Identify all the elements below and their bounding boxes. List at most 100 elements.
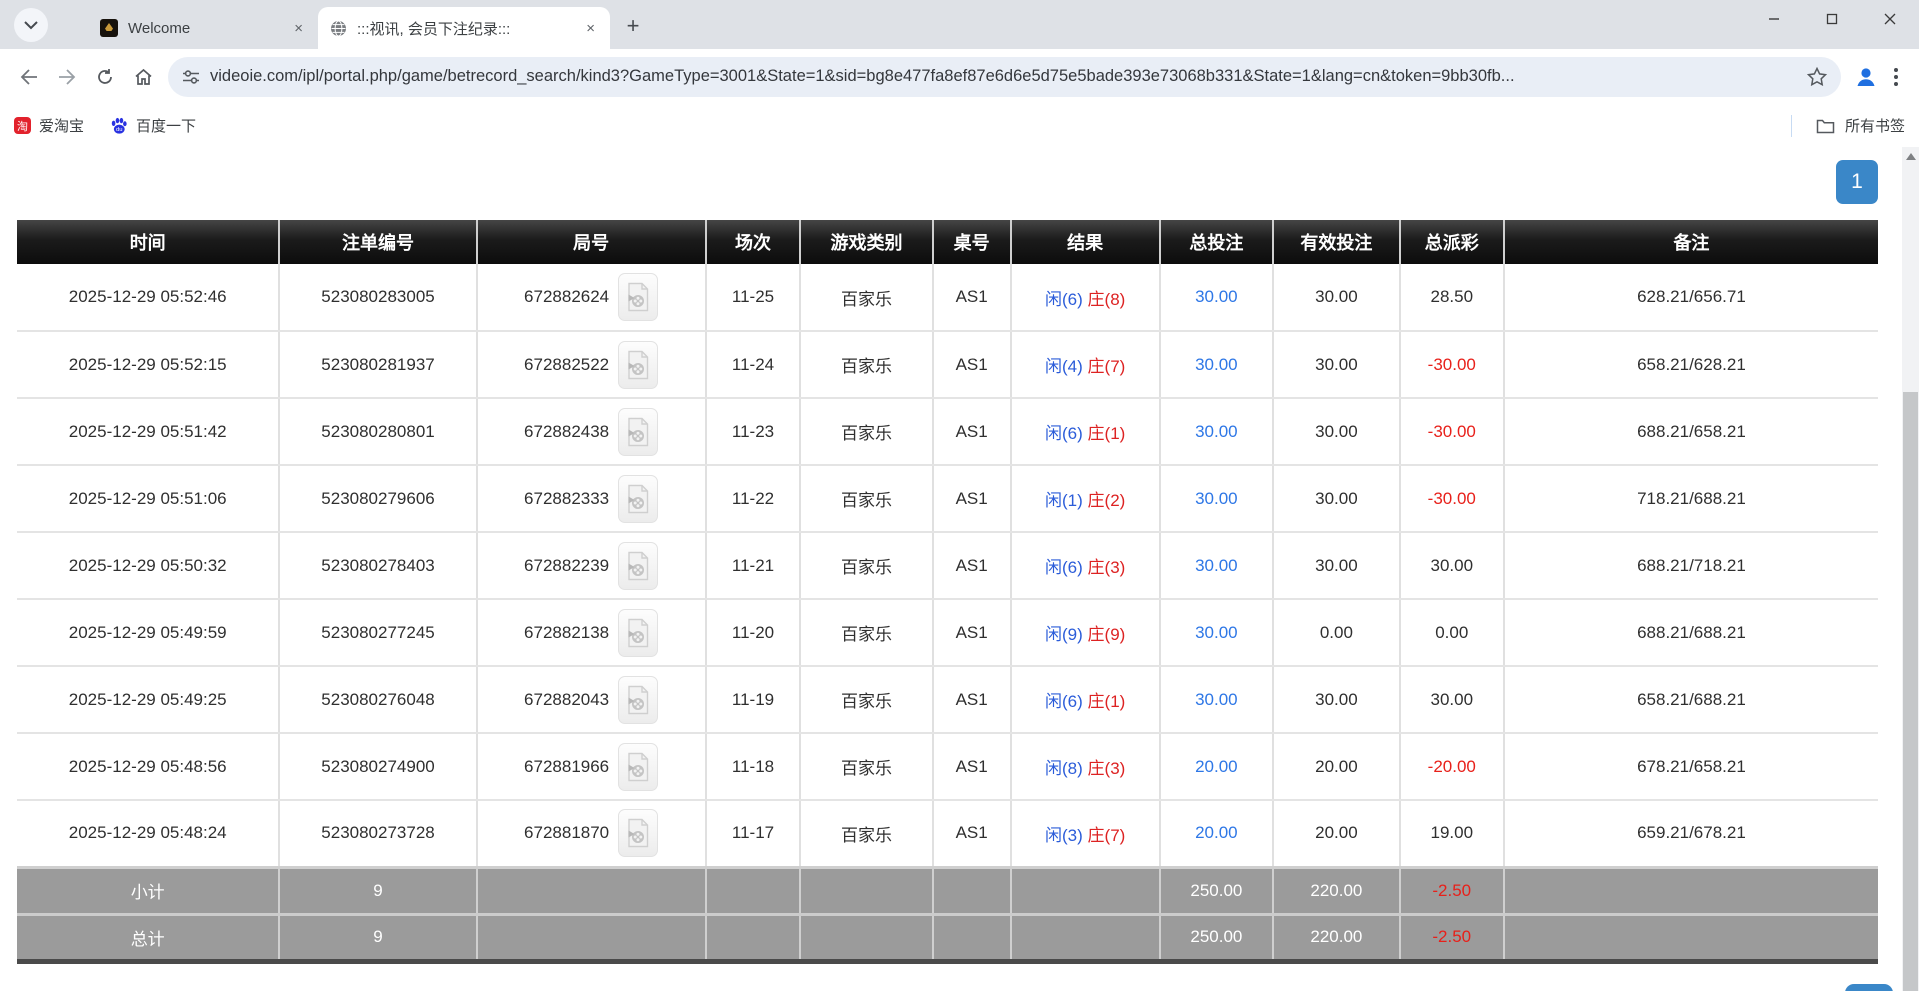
total-bet-link[interactable]: 30.00 xyxy=(1195,489,1238,508)
bookmark-aitaobao[interactable]: 淘 爱淘宝 xyxy=(14,115,84,136)
total-bet-link[interactable]: 30.00 xyxy=(1195,690,1238,709)
bet-records-table: 时间 注单编号 局号 场次 游戏类别 桌号 结果 总投注 有效投注 总派彩 备注… xyxy=(17,220,1878,964)
site-settings-icon xyxy=(182,69,200,85)
scrollbar-thumb[interactable] xyxy=(1903,392,1918,991)
url-bar[interactable]: videoie.com/ipl/portal.php/game/betrecor… xyxy=(168,57,1841,97)
cell-session: 11-19 xyxy=(706,666,801,733)
cell-bet-no: 523080278403 xyxy=(279,532,476,599)
video-replay-button[interactable] xyxy=(618,341,658,389)
cell-remark: 688.21/718.21 xyxy=(1504,532,1878,599)
total-bet-link[interactable]: 20.00 xyxy=(1195,757,1238,776)
scrollbar-up-icon[interactable] xyxy=(1906,153,1916,160)
tab-bet-records[interactable]: :::视讯, 会员下注纪录::: × xyxy=(318,7,610,49)
total-bet-link[interactable]: 30.00 xyxy=(1195,355,1238,374)
tab-close-icon[interactable]: × xyxy=(289,18,308,39)
subtotal-count: 9 xyxy=(279,867,476,914)
home-button[interactable] xyxy=(124,58,162,96)
cell-game-type: 百家乐 xyxy=(800,331,932,398)
video-replay-button[interactable] xyxy=(618,408,658,456)
bookmark-baidu[interactable]: du 百度一下 xyxy=(110,115,196,136)
total-bet-link[interactable]: 30.00 xyxy=(1195,623,1238,642)
all-bookmarks[interactable]: 所有书签 xyxy=(1791,115,1905,137)
forward-icon xyxy=(58,69,76,85)
col-payout: 总派彩 xyxy=(1400,220,1504,264)
cell-remark: 659.21/678.21 xyxy=(1504,800,1878,867)
table-footer: 小计 9 250.00 220.00 -2.50 总计 9 250.00 220… xyxy=(17,867,1878,961)
video-replay-button[interactable] xyxy=(618,273,658,321)
profile-avatar-button[interactable] xyxy=(1849,60,1883,94)
tab-strip: Welcome × :::视讯, 会员下注纪录::: × + xyxy=(0,0,1919,49)
cell-time: 2025-12-29 05:51:42 xyxy=(17,398,279,465)
tab-close-icon[interactable]: × xyxy=(581,18,600,39)
back-button[interactable] xyxy=(10,58,48,96)
cell-game-type: 百家乐 xyxy=(800,465,932,532)
baidu-paw-icon: du xyxy=(110,117,128,135)
pagination-page-1-bottom[interactable]: 1 xyxy=(1845,984,1893,991)
result-player: 闲(6) xyxy=(1045,424,1083,443)
profile-icon xyxy=(1853,64,1879,90)
cell-session: 11-25 xyxy=(706,264,801,331)
cell-total-bet: 30.00 xyxy=(1160,264,1274,331)
cell-round-no: 672882438 xyxy=(477,398,706,465)
tab-search-button[interactable] xyxy=(14,8,48,42)
new-tab-button[interactable]: + xyxy=(618,11,648,41)
all-bookmarks-label: 所有书签 xyxy=(1845,115,1905,136)
cell-time: 2025-12-29 05:52:15 xyxy=(17,331,279,398)
cell-game-type: 百家乐 xyxy=(800,532,932,599)
cell-time: 2025-12-29 05:48:24 xyxy=(17,800,279,867)
subtotal-payout: -2.50 xyxy=(1400,867,1504,914)
cell-remark: 658.21/688.21 xyxy=(1504,666,1878,733)
col-game-type: 游戏类别 xyxy=(800,220,932,264)
cell-result: 闲(6) 庄(1) xyxy=(1011,666,1160,733)
cell-round-no: 672882239 xyxy=(477,532,706,599)
total-bet-link[interactable]: 30.00 xyxy=(1195,287,1238,306)
video-file-icon xyxy=(626,484,650,514)
video-replay-button[interactable] xyxy=(618,743,658,791)
cell-total-bet: 20.00 xyxy=(1160,800,1274,867)
cell-remark: 688.21/688.21 xyxy=(1504,599,1878,666)
cell-bet-no: 523080273728 xyxy=(279,800,476,867)
total-bet-link[interactable]: 20.00 xyxy=(1195,823,1238,842)
cell-valid-bet: 30.00 xyxy=(1273,666,1400,733)
subtotal-total-bet: 250.00 xyxy=(1160,867,1274,914)
col-total-bet: 总投注 xyxy=(1160,220,1274,264)
result-banker: 庄(3) xyxy=(1088,759,1126,778)
bookmarks-divider xyxy=(1791,115,1792,137)
round-number: 672882333 xyxy=(524,489,609,509)
cell-payout: 30.00 xyxy=(1400,532,1504,599)
result-banker: 庄(1) xyxy=(1088,424,1126,443)
video-replay-button[interactable] xyxy=(618,809,658,857)
browser-menu-button[interactable] xyxy=(1883,68,1909,86)
minimize-button[interactable] xyxy=(1745,0,1803,38)
result-player: 闲(6) xyxy=(1045,290,1083,309)
page-scrollbar[interactable] xyxy=(1902,147,1919,991)
cell-session: 11-20 xyxy=(706,599,801,666)
close-window-button[interactable] xyxy=(1861,0,1919,38)
result-banker: 庄(1) xyxy=(1088,692,1126,711)
cell-bet-no: 523080276048 xyxy=(279,666,476,733)
cell-valid-bet: 20.00 xyxy=(1273,733,1400,800)
cell-remark: 718.21/688.21 xyxy=(1504,465,1878,532)
reload-button[interactable] xyxy=(86,58,124,96)
video-replay-button[interactable] xyxy=(618,542,658,590)
subtotal-label: 小计 xyxy=(17,867,279,914)
round-number: 672882239 xyxy=(524,556,609,576)
pagination-page-1-top[interactable]: 1 xyxy=(1836,160,1878,204)
video-replay-button[interactable] xyxy=(618,609,658,657)
total-row: 总计 9 250.00 220.00 -2.50 xyxy=(17,914,1878,961)
tab-welcome[interactable]: Welcome × xyxy=(88,7,318,49)
total-bet-link[interactable]: 30.00 xyxy=(1195,422,1238,441)
forward-button[interactable] xyxy=(48,58,86,96)
total-bet-link[interactable]: 30.00 xyxy=(1195,556,1238,575)
cell-remark: 678.21/658.21 xyxy=(1504,733,1878,800)
cell-time: 2025-12-29 05:49:59 xyxy=(17,599,279,666)
video-replay-button[interactable] xyxy=(618,475,658,523)
video-file-icon xyxy=(626,350,650,380)
url-text[interactable]: videoie.com/ipl/portal.php/game/betrecor… xyxy=(210,67,1797,86)
video-replay-button[interactable] xyxy=(618,676,658,724)
bookmark-star-icon[interactable] xyxy=(1807,67,1827,86)
maximize-button[interactable] xyxy=(1803,0,1861,38)
cell-session: 11-23 xyxy=(706,398,801,465)
total-total-bet: 250.00 xyxy=(1160,914,1274,961)
cell-table-no: AS1 xyxy=(933,532,1011,599)
